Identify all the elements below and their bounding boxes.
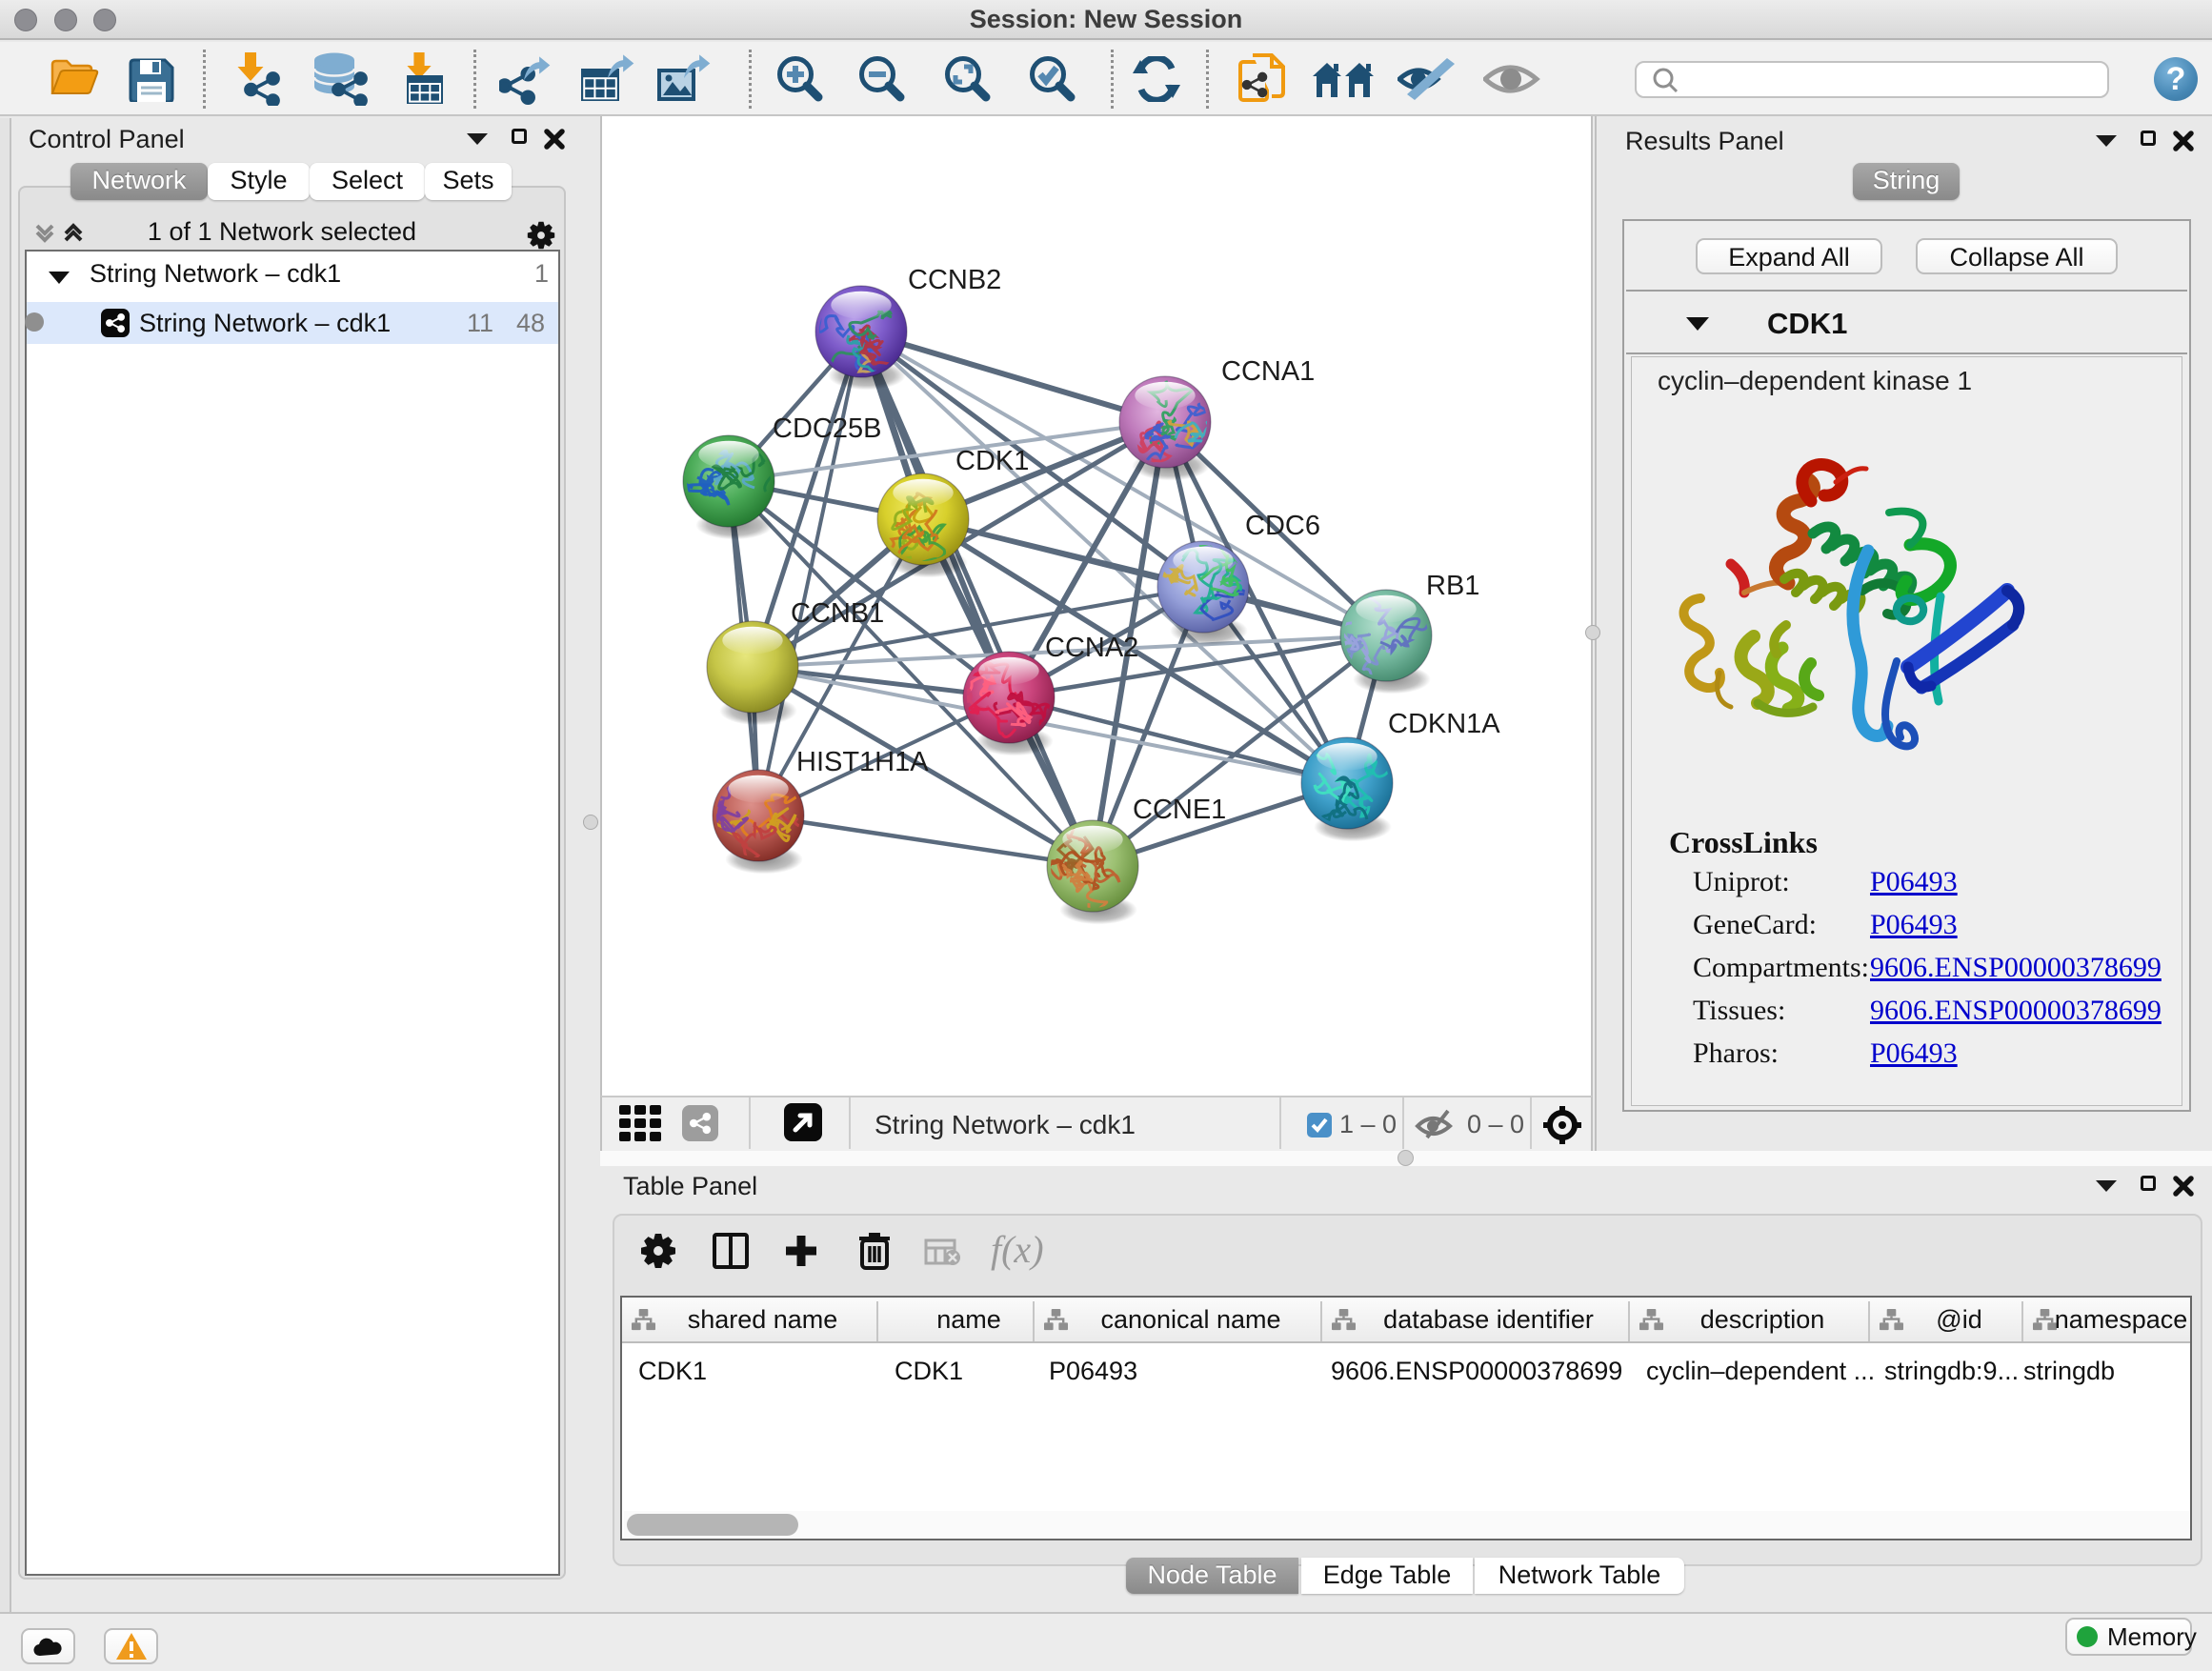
svg-text:CDC6: CDC6 <box>1245 511 1320 541</box>
svg-text:CCNA2: CCNA2 <box>1045 633 1138 663</box>
svg-text:CCNB2: CCNB2 <box>908 265 1001 295</box>
svg-text:CCNB1: CCNB1 <box>791 598 884 629</box>
svg-text:CDC25B: CDC25B <box>773 413 881 444</box>
svg-text:CDK1: CDK1 <box>955 446 1029 476</box>
svg-text:CCNA1: CCNA1 <box>1221 356 1315 387</box>
svg-text:CDKN1A: CDKN1A <box>1388 709 1500 739</box>
svg-text:CCNE1: CCNE1 <box>1133 795 1226 825</box>
svg-text:RB1: RB1 <box>1426 571 1479 601</box>
svg-text:HIST1H1A: HIST1H1A <box>796 747 929 777</box>
